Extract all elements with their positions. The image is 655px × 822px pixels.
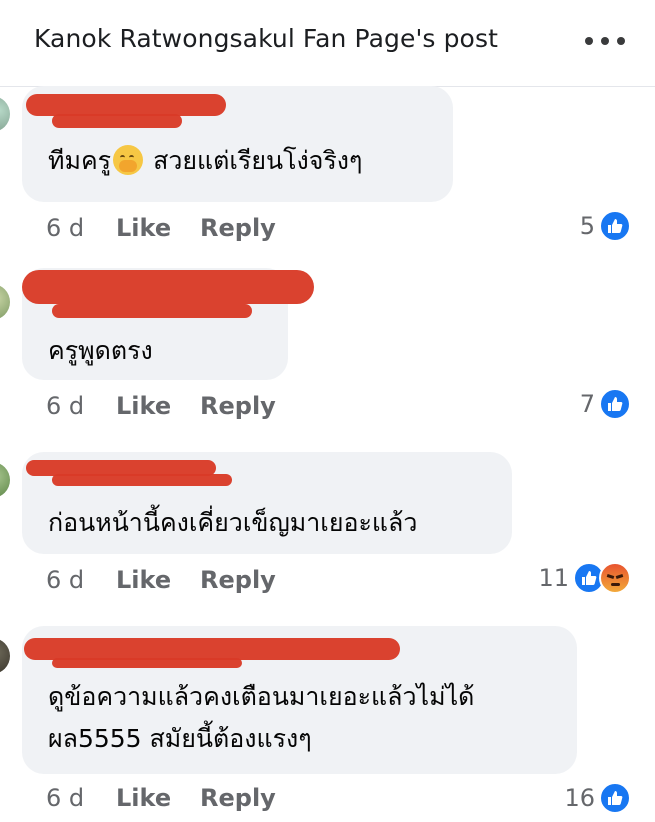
comment-text: ทีมครู สวยแต่เรียนโง่จริงๆ [48, 142, 362, 180]
more-horizontal-icon[interactable] [585, 34, 625, 48]
reply-button[interactable]: Reply [200, 392, 276, 420]
angry-reaction-icon [599, 562, 631, 594]
comment-text: ครูพูดตรง [48, 332, 153, 370]
like-reaction-icon [599, 210, 631, 242]
comment-text: ผล5555 สมัยนี้ต้องแรงๆ [48, 720, 312, 758]
like-button[interactable]: Like [116, 214, 200, 242]
comment-text: ดูข้อความแล้วคงเตือนมาเยอะแล้วไม่ได้ [48, 678, 474, 716]
comment-text-line: สวยแต่เรียนโง่จริงๆ [153, 146, 363, 175]
reply-button[interactable]: Reply [200, 784, 276, 812]
redaction-mark [52, 114, 182, 128]
comment-text-line: ผล5555 สมัยนี้ต้องแรงๆ [48, 724, 312, 753]
avatar[interactable] [0, 638, 10, 674]
avatar[interactable] [0, 96, 10, 132]
reply-button[interactable]: Reply [200, 214, 276, 242]
comment-text-line: ครูพูดตรง [48, 336, 153, 365]
reactions-summary[interactable]: 11 [538, 562, 631, 594]
post-header: Kanok Ratwongsakul Fan Page's post [0, 0, 655, 87]
redaction-mark [52, 474, 232, 486]
reactions-summary[interactable]: 7 [580, 388, 631, 420]
redaction-mark [52, 304, 252, 318]
reaction-count: 7 [579, 390, 595, 418]
reactions-summary[interactable]: 5 [580, 210, 631, 242]
comment-actions: 6 d Like Reply [46, 566, 276, 594]
comment-text-line: ทีมครู [48, 146, 112, 175]
comment-age[interactable]: 6 d [46, 784, 116, 812]
comment-age[interactable]: 6 d [46, 566, 116, 594]
comment-actions: 6 d Like Reply [46, 392, 276, 420]
reaction-count: 16 [564, 784, 595, 812]
like-reaction-icon [599, 782, 631, 814]
redaction-mark [22, 270, 314, 304]
comment-text: ก่อนหน้านี้คงเคี่ยวเข็ญมาเยอะแล้ว [48, 504, 417, 542]
comment-bubble: ครูพูดตรง [22, 268, 314, 380]
reactions-summary[interactable]: 16 [564, 782, 631, 814]
reaction-count: 5 [579, 212, 595, 240]
avatar[interactable] [0, 462, 10, 498]
comment-bubble: ก่อนหน้านี้คงเคี่ยวเข็ญมาเยอะแล้ว [22, 452, 512, 554]
post-title: Kanok Ratwongsakul Fan Page's post [34, 24, 498, 53]
like-button[interactable]: Like [116, 392, 200, 420]
comment-text-line: ดูข้อความแล้วคงเตือนมาเยอะแล้วไม่ได้ [48, 682, 475, 711]
like-button[interactable]: Like [116, 784, 200, 812]
like-reaction-icon [599, 388, 631, 420]
comment-bubble: ทีมครู สวยแต่เรียนโง่จริงๆ [22, 86, 453, 202]
avatar[interactable] [0, 284, 10, 320]
redaction-mark [26, 94, 226, 116]
redaction-mark [52, 658, 242, 668]
redaction-mark [24, 638, 400, 660]
comment-age[interactable]: 6 d [46, 392, 116, 420]
comment-actions: 6 d Like Reply [46, 784, 276, 812]
comment-actions: 6 d Like Reply [46, 214, 276, 242]
comment-text-line: ก่อนหน้านี้คงเคี่ยวเข็ญมาเยอะแล้ว [48, 508, 418, 537]
reaction-count: 11 [538, 564, 569, 592]
comment-bubble: ดูข้อความแล้วคงเตือนมาเยอะแล้วไม่ได้ ผล5… [22, 626, 577, 774]
comment-age[interactable]: 6 d [46, 214, 116, 242]
reply-button[interactable]: Reply [200, 566, 276, 594]
like-button[interactable]: Like [116, 566, 200, 594]
face-with-hand-over-mouth-icon [113, 145, 144, 175]
